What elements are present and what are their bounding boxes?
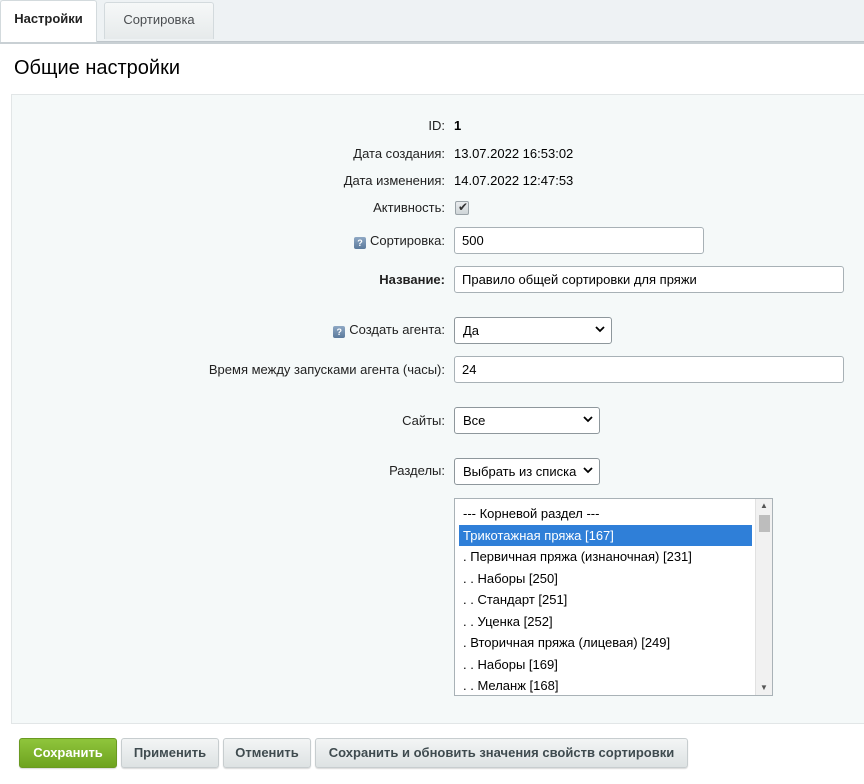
scroll-down-icon[interactable]: ▼ bbox=[756, 681, 772, 695]
sections-list: --- Корневой раздел --- Трикотажная пряжа… bbox=[459, 503, 752, 695]
sort-label-row: ? Сортировка: bbox=[354, 233, 445, 249]
question-hint-icon[interactable]: ? bbox=[333, 326, 346, 338]
save-update-button[interactable]: Сохранить и обновить значения свойств со… bbox=[315, 738, 688, 768]
created-label: Дата создания: bbox=[353, 146, 445, 161]
tab-settings[interactable]: Настройки bbox=[0, 0, 97, 42]
checkmark-icon: ✔ bbox=[458, 200, 469, 214]
name-label: Название: bbox=[379, 272, 445, 287]
cancel-button[interactable]: Отменить bbox=[223, 738, 311, 768]
scroll-up-icon[interactable]: ▲ bbox=[756, 499, 772, 513]
list-item[interactable]: . . Уценка [252] bbox=[459, 611, 752, 633]
list-item[interactable]: --- Корневой раздел --- bbox=[459, 503, 752, 525]
active-label: Активность: bbox=[373, 200, 445, 215]
agent-select-value: Да bbox=[463, 323, 480, 338]
interval-input[interactable]: 24 bbox=[454, 356, 844, 383]
sites-select[interactable]: Все bbox=[454, 407, 600, 434]
chevron-down-icon bbox=[583, 467, 593, 474]
apply-button[interactable]: Применить bbox=[121, 738, 219, 768]
sort-input[interactable]: 500 bbox=[454, 227, 704, 254]
save-button[interactable]: Сохранить bbox=[19, 738, 117, 768]
agent-select[interactable]: Да bbox=[454, 317, 612, 344]
question-hint-icon[interactable]: ? bbox=[354, 237, 367, 249]
list-item[interactable]: . . Меланж [168] bbox=[459, 675, 752, 695]
tab-bar: Настройки Сортировка bbox=[0, 0, 864, 42]
list-item[interactable]: . . Наборы [169] bbox=[459, 654, 752, 676]
list-item[interactable]: . Первичная пряжа (изнаночная) [231] bbox=[459, 546, 752, 568]
section-title: Общие настройки bbox=[14, 57, 180, 79]
chevron-down-icon bbox=[583, 416, 593, 423]
modified-label: Дата изменения: bbox=[343, 173, 445, 188]
tab-sorting[interactable]: Сортировка bbox=[104, 2, 214, 39]
list-item[interactable]: Трикотажная пряжа [167] bbox=[459, 524, 752, 546]
sites-select-value: Все bbox=[463, 413, 486, 428]
agent-label: Создать агента: bbox=[349, 322, 445, 337]
list-item[interactable]: . Вторичная пряжа (лицевая) [249] bbox=[459, 632, 752, 654]
name-input[interactable]: Правило общей сортировки для пряжи bbox=[454, 266, 844, 293]
sort-label: Сортировка: bbox=[370, 233, 445, 248]
list-item[interactable]: . . Стандарт [251] bbox=[459, 589, 752, 611]
tab-divider bbox=[0, 42, 864, 44]
listbox-scrollbar[interactable]: ▲ ▼ bbox=[755, 499, 772, 695]
sections-select-value: Выбрать из списка bbox=[463, 464, 577, 479]
sections-listbox[interactable]: --- Корневой раздел --- Трикотажная пряжа… bbox=[454, 498, 773, 696]
agent-label-row: ? Создать агента: bbox=[333, 322, 445, 338]
chevron-down-icon bbox=[595, 326, 605, 333]
scroll-thumb[interactable] bbox=[759, 515, 770, 532]
sites-label: Сайты: bbox=[402, 413, 445, 428]
sections-label: Разделы: bbox=[389, 463, 445, 478]
sections-select[interactable]: Выбрать из списка bbox=[454, 458, 600, 485]
interval-label: Время между запусками агента (часы): bbox=[208, 362, 445, 377]
list-item[interactable]: . . Наборы [250] bbox=[459, 568, 752, 590]
id-value: 1 bbox=[454, 118, 462, 133]
modified-value: 14.07.2022 12:47:53 bbox=[454, 173, 574, 188]
id-label: ID: bbox=[428, 118, 445, 133]
created-value: 13.07.2022 16:53:02 bbox=[454, 146, 574, 161]
active-checkbox[interactable]: ✔ bbox=[455, 200, 469, 215]
